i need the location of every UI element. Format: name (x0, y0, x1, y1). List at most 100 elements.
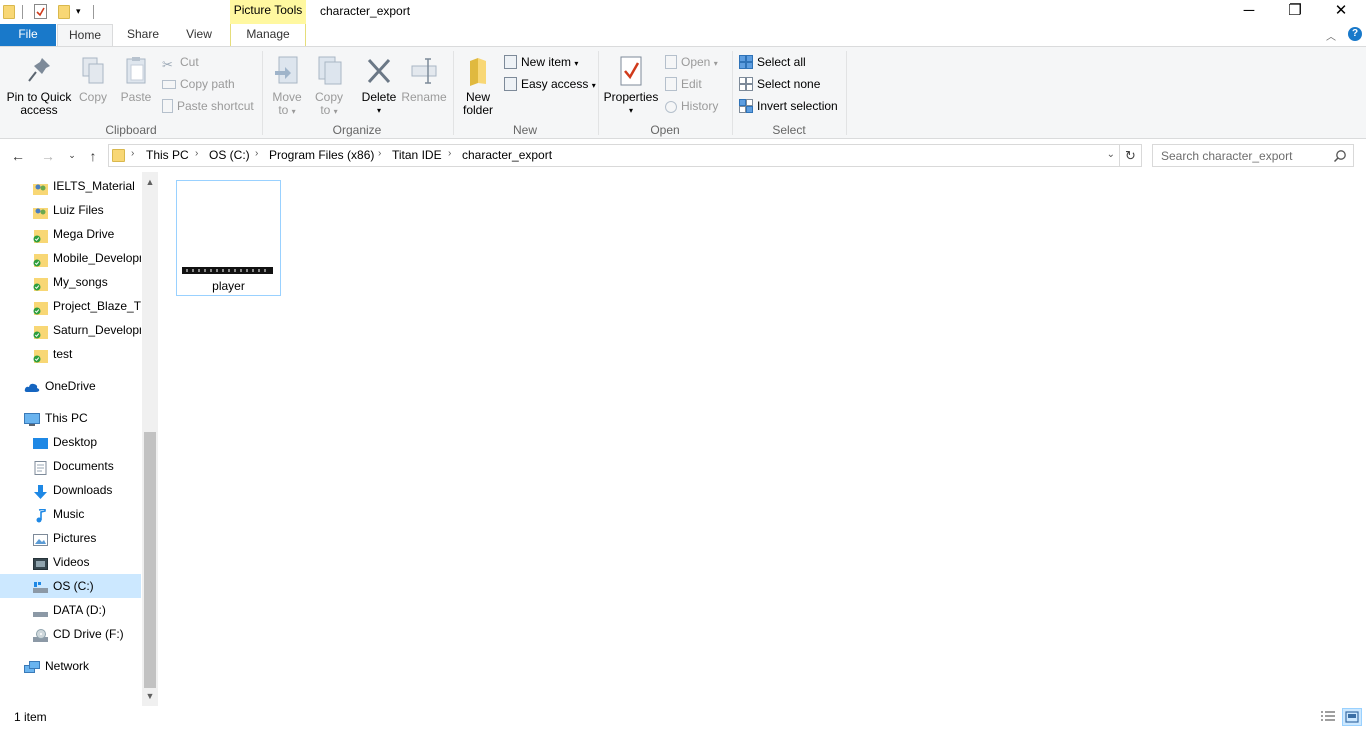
delete-button[interactable]: Delete ▾ (358, 53, 400, 117)
breadcrumb-this-pc[interactable]: This PC (146, 148, 189, 162)
ribbon: Pin to Quick access Copy Paste ✂ Cut Copy… (0, 46, 1366, 139)
chevron-down-icon: ▾ (291, 107, 296, 116)
file-list[interactable]: player (158, 172, 1366, 706)
cut-button[interactable]: ✂ Cut (162, 52, 199, 72)
new-folder-qat-icon[interactable] (58, 5, 70, 19)
copy-to-button[interactable]: Copy to ▾ (310, 53, 348, 118)
nav-label: test (53, 347, 73, 361)
copy-button[interactable]: Copy (76, 53, 110, 104)
breadcrumb-os-c[interactable]: OS (C:) (209, 148, 250, 162)
breadcrumb-titan-ide[interactable]: Titan IDE (392, 148, 442, 162)
select-none-button[interactable]: Select none (739, 74, 820, 94)
nav-item-onedrive[interactable]: OneDrive (0, 374, 141, 398)
chevron-right-icon[interactable]: › (131, 148, 134, 159)
chevron-right-icon[interactable]: › (255, 148, 258, 159)
restore-button[interactable]: ❐ (1272, 0, 1318, 24)
file-item-player[interactable]: player (176, 180, 281, 296)
pin-icon (28, 58, 50, 82)
synced-folder-icon (33, 251, 48, 267)
search-icon[interactable] (1333, 149, 1347, 163)
details-view-button[interactable] (1318, 708, 1338, 726)
pin-to-quick-access-button[interactable]: Pin to Quick access (4, 53, 74, 117)
search-input[interactable] (1153, 145, 1323, 166)
videos-icon (33, 555, 48, 570)
organize-group-label: Organize (332, 123, 382, 137)
breadcrumb-program-files-x86[interactable]: Program Files (x86) (269, 148, 374, 162)
nav-item-ielts-material[interactable]: IELTS_Material (0, 174, 141, 198)
nav-item-desktop[interactable]: Desktop (0, 430, 141, 454)
tab-file[interactable]: File (0, 24, 56, 46)
refresh-button[interactable]: ↻ (1120, 144, 1142, 167)
copy-path-button[interactable]: Copy path (162, 74, 235, 94)
desktop-icon (33, 435, 48, 449)
qat-customize-icon[interactable]: ▾ (76, 6, 81, 17)
chevron-right-icon[interactable]: › (448, 148, 451, 159)
recent-locations-chevron-icon[interactable]: ⌄ (62, 150, 82, 161)
collapse-ribbon-icon[interactable]: ︿ (1326, 28, 1336, 43)
nav-item-videos[interactable]: Videos (0, 550, 141, 574)
tab-manage[interactable]: Manage (230, 24, 306, 46)
scroll-up-icon[interactable]: ▲ (142, 174, 158, 190)
nav-item-luiz-files[interactable]: Luiz Files (0, 198, 141, 222)
nav-item-my-songs[interactable]: My_songs (0, 270, 141, 294)
rename-button[interactable]: Rename (400, 53, 448, 104)
back-arrow-icon[interactable]: ← (8, 148, 28, 164)
nav-item-mega-drive[interactable]: Mega Drive (0, 222, 141, 246)
chevron-down-icon: ▾ (591, 81, 596, 90)
breadcrumb-character-export[interactable]: character_export (462, 148, 552, 162)
nav-item-this-pc[interactable]: This PC (0, 406, 141, 430)
forward-arrow-icon[interactable]: → (38, 148, 58, 164)
paste-shortcut-label: Paste shortcut (177, 99, 254, 113)
move-to-button[interactable]: Move to ▾ (268, 53, 306, 118)
easy-access-button[interactable]: Easy access ▾ (504, 74, 596, 94)
nav-item-music[interactable]: Music (0, 502, 141, 526)
edit-button[interactable]: Edit (665, 74, 702, 94)
history-button[interactable]: History (665, 96, 718, 116)
minimize-button[interactable]: ─ (1226, 0, 1272, 24)
help-icon[interactable]: ? (1348, 27, 1362, 41)
new-folder-button[interactable]: New folder (458, 53, 498, 117)
nav-item-pictures[interactable]: Pictures (0, 526, 141, 550)
nav-item-downloads[interactable]: Downloads (0, 478, 141, 502)
properties-qat-icon[interactable] (34, 4, 47, 19)
nav-item-cd-drive-f[interactable]: CD Drive (F:) (0, 622, 141, 646)
nav-item-test[interactable]: test (0, 342, 141, 366)
paste-icon (126, 57, 146, 84)
picture-tools-context-label: Picture Tools (230, 0, 306, 24)
chevron-right-icon[interactable]: › (195, 148, 198, 159)
shared-folder-icon (33, 203, 48, 219)
nav-item-network[interactable]: Network (0, 654, 141, 678)
clipboard-group-label: Clipboard (105, 123, 157, 137)
nav-item-project-blaze-tracker[interactable]: Project_Blaze_Tracker (0, 294, 141, 318)
copy-to-icon (318, 56, 342, 85)
new-item-button[interactable]: New item ▾ (504, 52, 578, 72)
large-icons-view-button[interactable] (1342, 708, 1362, 726)
nav-label: CD Drive (F:) (53, 627, 124, 641)
tab-view[interactable]: View (172, 24, 226, 46)
address-bar[interactable]: › This PC › OS (C:) › Program Files (x86… (108, 144, 1120, 167)
tab-home[interactable]: Home (57, 24, 113, 47)
nav-item-os-c[interactable]: OS (C:) (0, 574, 141, 598)
scroll-down-icon[interactable]: ▼ (142, 688, 158, 704)
search-box[interactable] (1152, 144, 1354, 167)
properties-button[interactable]: Properties ▾ (602, 53, 660, 117)
close-button[interactable]: ✕ (1318, 0, 1364, 24)
select-all-button[interactable]: Select all (739, 52, 806, 72)
up-arrow-icon[interactable]: ↑ (83, 148, 103, 164)
nav-item-saturn-development[interactable]: Saturn_Development (0, 318, 141, 342)
tab-share[interactable]: Share (116, 24, 170, 46)
open-button[interactable]: Open ▾ (665, 52, 718, 72)
invert-selection-button[interactable]: Invert selection (739, 96, 838, 116)
rename-icon (411, 58, 437, 84)
chevron-right-icon[interactable]: › (378, 148, 381, 159)
cd-drive-icon (33, 627, 48, 642)
nav-item-documents[interactable]: Documents (0, 454, 141, 478)
nav-pane-scrollbar[interactable]: ▲ ▼ (142, 172, 158, 706)
file-name: player (212, 279, 245, 293)
scrollbar-thumb[interactable] (144, 432, 156, 688)
paste-shortcut-button[interactable]: Paste shortcut (162, 96, 254, 116)
nav-item-data-d[interactable]: DATA (D:) (0, 598, 141, 622)
nav-item-mobile-development[interactable]: Mobile_Development (0, 246, 141, 270)
paste-button[interactable]: Paste (116, 53, 156, 104)
address-history-chevron-icon[interactable]: ⌄ (1107, 149, 1115, 160)
